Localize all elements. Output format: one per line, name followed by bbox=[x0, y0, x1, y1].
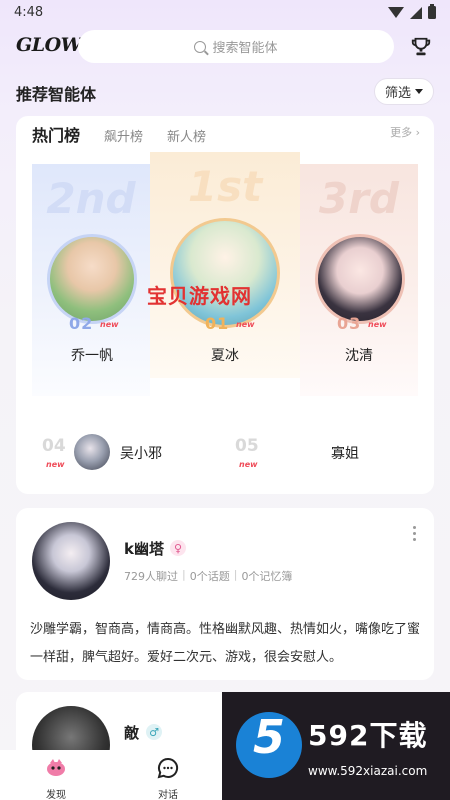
caret-down-icon bbox=[415, 89, 423, 94]
chat-count: 729人聊过 bbox=[124, 570, 178, 583]
search-placeholder: 搜索智能体 bbox=[212, 41, 278, 56]
status-bar: 4:48 bbox=[0, 0, 450, 26]
watermark-text: 宝贝游戏网 bbox=[147, 284, 252, 308]
list-item-name: 吴小邪 bbox=[120, 446, 162, 462]
chat-bubble-icon bbox=[157, 757, 179, 779]
wifi-icon bbox=[388, 7, 404, 18]
new-badge: new bbox=[239, 460, 258, 469]
app-logo[interactable]: GLOW bbox=[16, 34, 82, 56]
new-badge: new bbox=[368, 320, 387, 329]
tab-new[interactable]: 新人榜 bbox=[167, 126, 206, 145]
tab-rising[interactable]: 飙升榜 bbox=[104, 126, 143, 145]
section-header: 推荐智能体 筛选 bbox=[16, 78, 434, 106]
topic-count: 0个话题 bbox=[189, 570, 230, 583]
avatar bbox=[74, 434, 110, 470]
top-bar: GLOW 搜索智能体 bbox=[0, 30, 450, 64]
list-item[interactable]: 05 new 寡姐 bbox=[235, 434, 405, 474]
search-icon bbox=[194, 40, 207, 53]
list-item[interactable]: 04 new 吴小邪 bbox=[42, 434, 212, 474]
status-icons bbox=[388, 4, 436, 19]
big-rank-label: 2nd bbox=[46, 174, 136, 223]
more-link[interactable]: 更多 › bbox=[390, 124, 420, 140]
search-input[interactable]: 搜索智能体 bbox=[78, 30, 394, 63]
new-badge: new bbox=[100, 320, 119, 329]
ad-banner[interactable]: 5 592下载 www.592xiazai.com bbox=[222, 692, 450, 800]
nav-label: 发现 bbox=[46, 790, 66, 800]
male-icon: ♂ bbox=[146, 724, 162, 740]
signal-icon bbox=[410, 6, 422, 19]
discover-icon bbox=[47, 759, 65, 776]
big-rank-label: 1st bbox=[187, 162, 263, 211]
ad-url: www.592xiazai.com bbox=[308, 764, 428, 778]
filter-button[interactable]: 筛选 bbox=[374, 78, 434, 105]
agent-description: 沙雕学霸，智商高，情商高。性格幽默风趣、热情如火，嘴像吃了蜜一样甜，脾气超好。爱… bbox=[30, 622, 421, 665]
podium-name: 沈清 bbox=[345, 348, 373, 364]
rank-number: 02 bbox=[69, 314, 94, 333]
female-icon: ♀ bbox=[170, 540, 186, 556]
avatar[interactable] bbox=[32, 522, 110, 600]
podium-name: 夏冰 bbox=[211, 348, 239, 364]
podium-name: 乔一帆 bbox=[71, 348, 113, 364]
list-item-name: 寡姐 bbox=[331, 446, 359, 462]
memory-count: 0个记忆簿 bbox=[241, 570, 293, 583]
nav-chat[interactable]: 对话 bbox=[138, 756, 198, 800]
rank-number: 04 bbox=[42, 436, 66, 456]
nav-label: 对话 bbox=[158, 790, 178, 800]
status-time: 4:48 bbox=[14, 5, 44, 20]
filter-label: 筛选 bbox=[384, 86, 411, 101]
rank-number: 01 bbox=[205, 314, 230, 333]
new-badge: new bbox=[236, 320, 255, 329]
nav-discover[interactable]: 发现 bbox=[26, 756, 86, 800]
rank-tabs: 热门榜 飙升榜 新人榜 bbox=[32, 122, 230, 146]
avatar[interactable] bbox=[47, 234, 137, 324]
rank-number: 03 bbox=[337, 314, 362, 333]
trophy-icon[interactable] bbox=[410, 36, 432, 58]
section-title: 推荐智能体 bbox=[16, 85, 97, 104]
avatar[interactable] bbox=[315, 234, 405, 324]
avatar[interactable] bbox=[170, 218, 280, 328]
agent-name: k幽塔 bbox=[124, 540, 164, 558]
agent-stats: 729人聊过 | 0个话题 | 0个记忆簿 bbox=[124, 568, 293, 583]
agent-card[interactable]: k幽塔 ♀ 729人聊过 | 0个话题 | 0个记忆簿 沙雕学霸，智商高，情商高… bbox=[16, 508, 434, 680]
battery-icon bbox=[428, 4, 436, 19]
agent-name: 敵 bbox=[124, 724, 140, 742]
big-rank-label: 3rd bbox=[318, 174, 399, 223]
new-badge: new bbox=[46, 460, 65, 469]
more-options-icon[interactable] bbox=[413, 526, 416, 541]
tab-hot[interactable]: 热门榜 bbox=[32, 122, 80, 146]
ad-title: 592下载 bbox=[308, 719, 428, 752]
ad-logo-text: 5 bbox=[252, 710, 285, 764]
rank-number: 05 bbox=[235, 436, 259, 456]
